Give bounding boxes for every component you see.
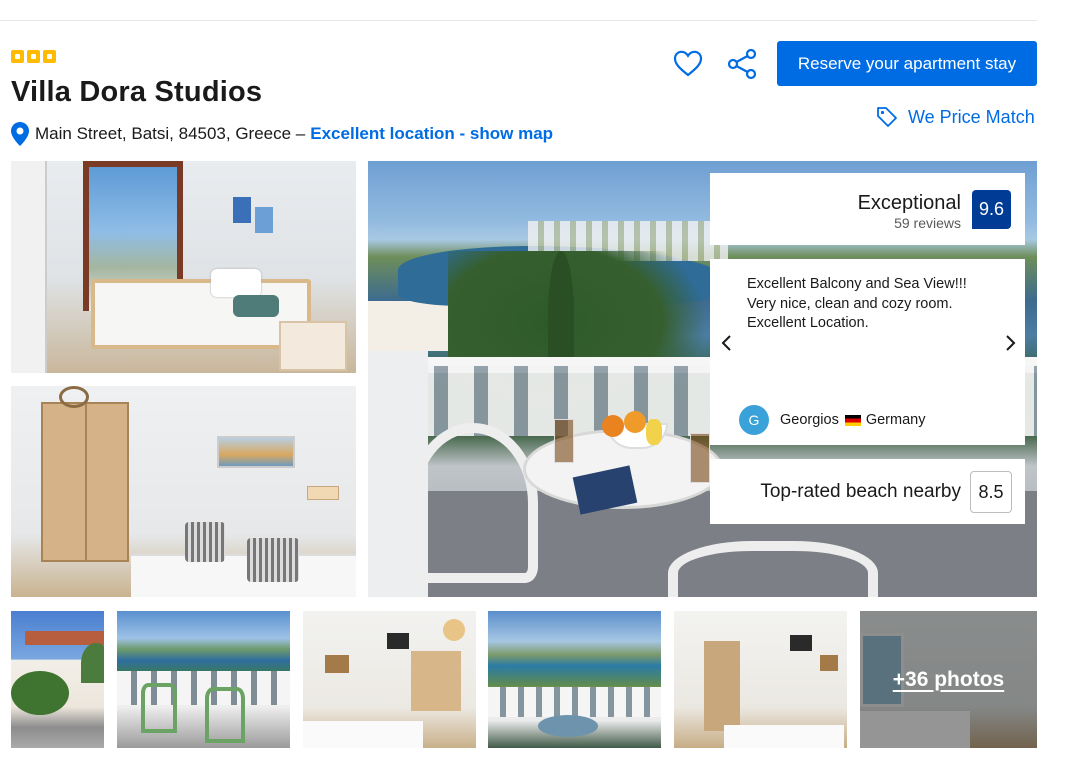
score-badge: 9.6 (972, 190, 1011, 229)
beach-label: Top-rated beach nearby (760, 481, 961, 502)
top-divider (0, 20, 1037, 21)
review-text: Excellent Balcony and Sea View!!! Very n… (747, 276, 967, 331)
gallery-more-photos[interactable]: +36 photos (860, 611, 1037, 748)
share-icon (727, 48, 757, 80)
chevron-left-icon (721, 335, 731, 351)
more-photos-label: +36 photos (892, 667, 1005, 691)
score-label: Exceptional (857, 192, 961, 214)
gallery-photo-bedroom-balcony[interactable] (11, 161, 356, 373)
star-icon (43, 50, 56, 63)
reviewer-info: G Georgios Germany (739, 405, 925, 435)
beach-score-card[interactable]: Top-rated beach nearby 8.5 (710, 459, 1025, 524)
share-button[interactable] (726, 48, 758, 80)
heart-icon (673, 50, 703, 77)
address-row: Main Street, Batsi, 84503, Greece – Exce… (11, 122, 553, 146)
gallery-photo-bedroom-wardrobe[interactable] (11, 386, 356, 597)
review-score-card[interactable]: Exceptional 59 reviews 9.6 (710, 173, 1025, 245)
star-icon (27, 50, 40, 63)
review-count: 59 reviews (894, 215, 961, 231)
beach-score-badge: 8.5 (970, 471, 1012, 513)
avatar: G (739, 405, 769, 435)
chevron-right-icon (1006, 335, 1016, 351)
location-pin-icon (11, 122, 29, 146)
next-review-button[interactable] (1001, 331, 1019, 355)
guest-review-card: Excellent Balcony and Sea View!!! Very n… (710, 259, 1025, 445)
germany-flag-icon (844, 414, 861, 426)
star-icon (11, 50, 24, 63)
reviewer-country: Germany (865, 412, 926, 428)
gallery-thumbnail-studio-kitchen[interactable] (303, 611, 476, 748)
star-rating (11, 50, 56, 63)
show-map-link[interactable]: Excellent location - show map (310, 124, 553, 144)
price-match-label: We Price Match (908, 106, 1035, 127)
favorite-button[interactable] (672, 48, 704, 80)
gallery-thumbnail-sea-view[interactable] (488, 611, 661, 748)
price-match-link[interactable]: We Price Match (876, 106, 1035, 128)
property-title: Villa Dora Studios (11, 76, 263, 108)
reviewer-name: Georgios (780, 412, 839, 428)
tag-icon (877, 107, 897, 127)
gallery-thumbnail-balcony-chairs[interactable] (117, 611, 290, 748)
address-text: Main Street, Batsi, 84503, Greece – (35, 124, 306, 143)
gallery-thumbnail-exterior[interactable] (11, 611, 104, 748)
reserve-button[interactable]: Reserve your apartment stay (777, 41, 1037, 86)
previous-review-button[interactable] (718, 331, 736, 355)
gallery-thumbnail-studio-room[interactable] (674, 611, 847, 748)
